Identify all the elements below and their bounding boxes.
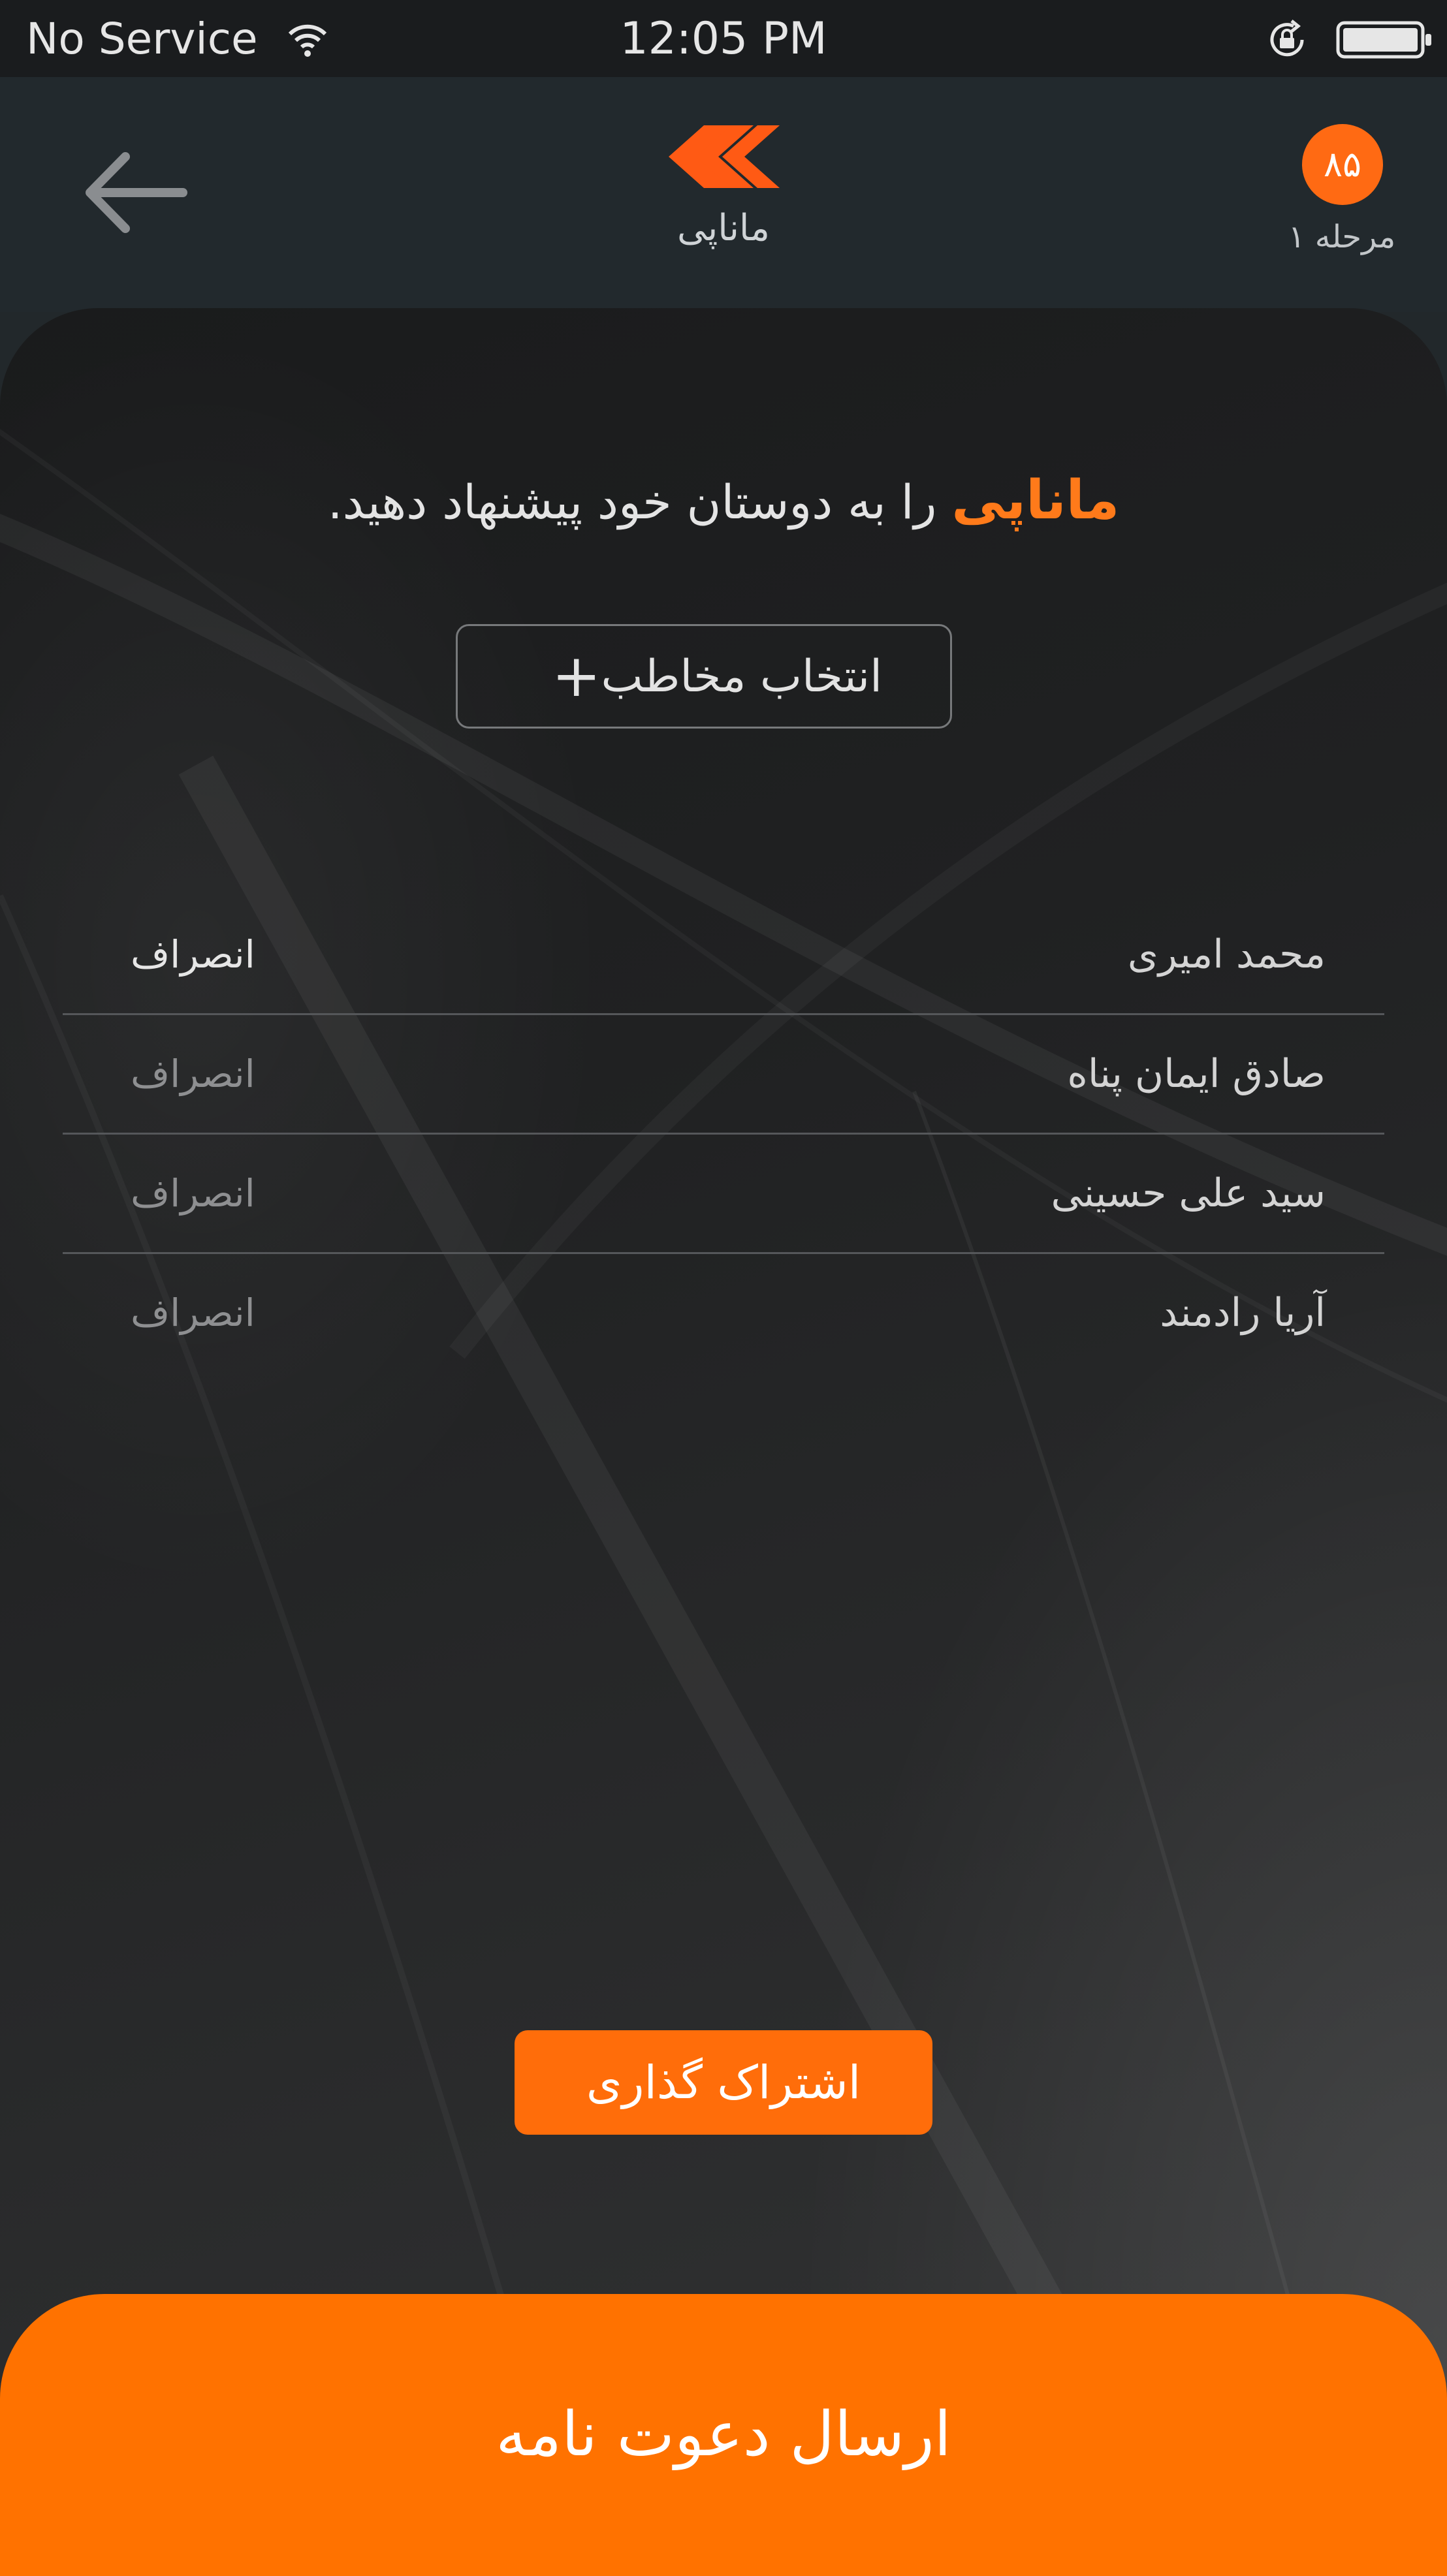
logo-text: ماناپی [677, 207, 770, 249]
rotation-lock-icon [1270, 20, 1304, 57]
invite-title: ماناپی را به دوستان خود پیشنهاد دهید. [131, 465, 1316, 538]
screen: No Service 12:05 PM ماناپی ۸۵ مرحله ۱ ما… [0, 0, 1447, 2576]
status-bar: No Service 12:05 PM [0, 0, 1447, 77]
contact-name: محمد امیری [1127, 932, 1326, 977]
invite-text: را به دوستان خود پیشنهاد دهید. [327, 475, 937, 529]
list-item: سید علی حسینی انصراف [63, 1135, 1384, 1254]
select-contact-button[interactable]: انتخاب مخاطب + [456, 624, 952, 729]
plus-icon: + [552, 642, 601, 710]
score-badge: ۸۵ [1302, 124, 1383, 205]
contact-name: آریا رادمند [1160, 1290, 1326, 1336]
app-header: ماناپی ۸۵ مرحله ۱ [0, 77, 1447, 312]
cancel-button[interactable]: انصراف [131, 1135, 255, 1252]
battery-icon [1336, 21, 1431, 59]
back-arrow-icon[interactable] [72, 131, 196, 255]
main-panel: ماناپی را به دوستان خود پیشنهاد دهید. ان… [0, 308, 1447, 2576]
stage-label: مرحله ۱ [1288, 219, 1396, 255]
select-contact-label: انتخاب مخاطب [601, 650, 882, 702]
list-item: محمد امیری انصراف [63, 896, 1384, 1015]
send-invite-button[interactable]: ارسال دعوت نامه [0, 2294, 1447, 2576]
contact-name: سید علی حسینی [1051, 1170, 1326, 1216]
list-item: آریا رادمند انصراف [63, 1254, 1384, 1372]
cancel-button[interactable]: انصراف [131, 896, 255, 1013]
share-button[interactable]: اشتراک گذاری [515, 2030, 932, 2135]
cancel-button[interactable]: انصراف [131, 1015, 255, 1133]
brand-name: ماناپی [951, 469, 1120, 531]
contact-name: صادق ایمان پناه [1067, 1051, 1326, 1097]
cancel-button[interactable]: انصراف [131, 1254, 255, 1372]
contact-list: محمد امیری انصراف صادق ایمان پناه انصراف… [63, 896, 1384, 1372]
list-item: صادق ایمان پناه انصراف [63, 1015, 1384, 1135]
clock: 12:05 PM [620, 13, 827, 65]
